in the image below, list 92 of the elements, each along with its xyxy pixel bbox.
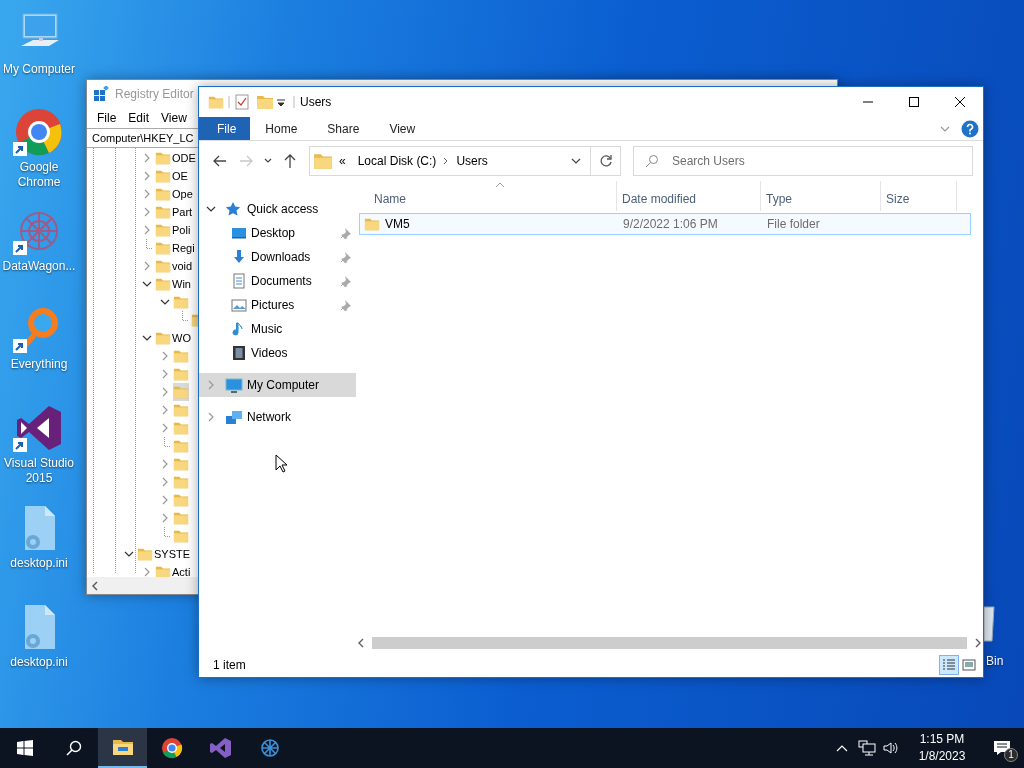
tree-item[interactable]: OE (171, 167, 189, 185)
nav-item[interactable]: Documents (199, 269, 356, 293)
large-icons-view-icon (961, 657, 977, 673)
documents-icon (231, 273, 247, 289)
chrome-icon (160, 737, 183, 759)
scroll-left-icon[interactable] (356, 638, 366, 648)
breadcrumb[interactable]: Users (450, 152, 494, 170)
help-icon[interactable] (961, 119, 979, 138)
date-modified: 9/2/2022 1:06 PM (622, 216, 719, 233)
ribbon-tab[interactable]: Share (312, 117, 375, 140)
downloads-icon (231, 249, 247, 265)
breadcrumb[interactable]: Local Disk (C:) (351, 152, 443, 170)
star-icon (225, 201, 243, 217)
registry-icon (93, 86, 109, 102)
folder-icon (208, 94, 224, 110)
maximize-icon (909, 97, 919, 107)
show-hidden-icons-icon[interactable] (836, 744, 848, 752)
icon-label[interactable]: Bin (986, 654, 1004, 669)
clock-date: 1/8/2023 (917, 748, 967, 765)
tree-item[interactable]: Ope (171, 185, 194, 203)
back-icon (212, 153, 228, 169)
menu-item[interactable]: View (155, 109, 193, 127)
tree-item[interactable]: Win (171, 275, 192, 293)
chrome-icon[interactable] (13, 106, 65, 158)
mouse-pointer-icon (275, 454, 287, 473)
scrollbar-thumb[interactable] (372, 637, 967, 649)
window-title: Registry Editor (115, 86, 194, 103)
tree-item[interactable]: Regi (171, 239, 196, 257)
menu-item[interactable]: Edit (122, 109, 156, 127)
details-view-button[interactable] (939, 655, 959, 675)
nav-item[interactable]: Music (199, 317, 356, 341)
tree-item[interactable]: WO (171, 329, 192, 347)
column-header[interactable]: Size (881, 181, 957, 211)
details-view-icon (941, 657, 957, 673)
nav-item[interactable]: Desktop (199, 221, 356, 245)
tree-connector (182, 311, 189, 321)
pictures-icon (231, 297, 247, 313)
address-bar[interactable]: « Local Disk (C:) Users (309, 146, 621, 176)
folder-icon (364, 216, 380, 232)
ribbon-tab[interactable]: Home (250, 117, 313, 140)
network-icon[interactable] (858, 740, 876, 756)
up-icon (282, 153, 298, 169)
folder-icon (313, 151, 333, 171)
properties-icon[interactable] (234, 94, 250, 110)
column-header[interactable]: Type (761, 181, 881, 211)
volume-icon[interactable] (882, 740, 898, 756)
search-icon (645, 154, 659, 168)
search-icon (65, 740, 82, 756)
column-header[interactable]: Name (359, 181, 617, 211)
menu-item[interactable]: File (91, 109, 123, 127)
scroll-right-icon[interactable] (973, 638, 983, 648)
file-row[interactable]: VM5 9/2/2022 1:06 PM File folder (359, 213, 971, 235)
refresh-icon[interactable] (598, 154, 613, 168)
desktop-icon (231, 225, 247, 241)
tree-item[interactable]: Acti (171, 563, 192, 581)
window-title: Users (300, 94, 332, 111)
action-center-button[interactable]: 1 (980, 728, 1024, 768)
nav-item[interactable]: Pictures (199, 293, 356, 317)
close-icon (955, 97, 965, 107)
address-field[interactable]: Computer\HKEY_LC (92, 132, 194, 144)
clock-time: 1:15 PM (918, 731, 966, 748)
visual-studio-icon (209, 737, 232, 759)
nav-item[interactable]: Videos (199, 341, 356, 365)
notification-badge: 1 (1004, 748, 1018, 762)
search-field[interactable]: Search Users (633, 146, 973, 176)
nav-item[interactable]: Network (199, 405, 356, 429)
item-count: 1 item (213, 657, 246, 674)
ribbon-tab[interactable]: File (199, 117, 251, 140)
sort-ascending-icon (495, 182, 504, 187)
network-icon (225, 409, 243, 425)
tree-item[interactable]: ODE (171, 149, 197, 167)
tree-connector (164, 527, 171, 537)
tree-item[interactable]: Part (171, 203, 194, 221)
tree-item[interactable]: void (171, 257, 194, 275)
computer-icon (225, 377, 243, 393)
nav-item[interactable]: Downloads (199, 245, 356, 269)
tree-connector (146, 239, 153, 249)
videos-icon (231, 345, 247, 361)
overflow-button[interactable]: « (333, 152, 352, 170)
ribbon-tab[interactable]: View (374, 117, 431, 140)
windows-logo-icon (16, 740, 33, 756)
column-header[interactable]: Date modified (617, 181, 761, 211)
file-type: File folder (766, 216, 821, 233)
tree-connector (164, 437, 171, 447)
tree-item[interactable]: Poli (171, 221, 192, 239)
nav-item[interactable]: My Computer (199, 373, 356, 397)
notifications-icon (993, 740, 1011, 756)
file-name: VM5 (385, 216, 410, 233)
tree-item[interactable]: SYSTE (153, 545, 192, 563)
nav-item[interactable]: Quick access (199, 197, 356, 221)
forward-icon (238, 153, 254, 169)
taskbar-app-button[interactable] (98, 728, 147, 768)
